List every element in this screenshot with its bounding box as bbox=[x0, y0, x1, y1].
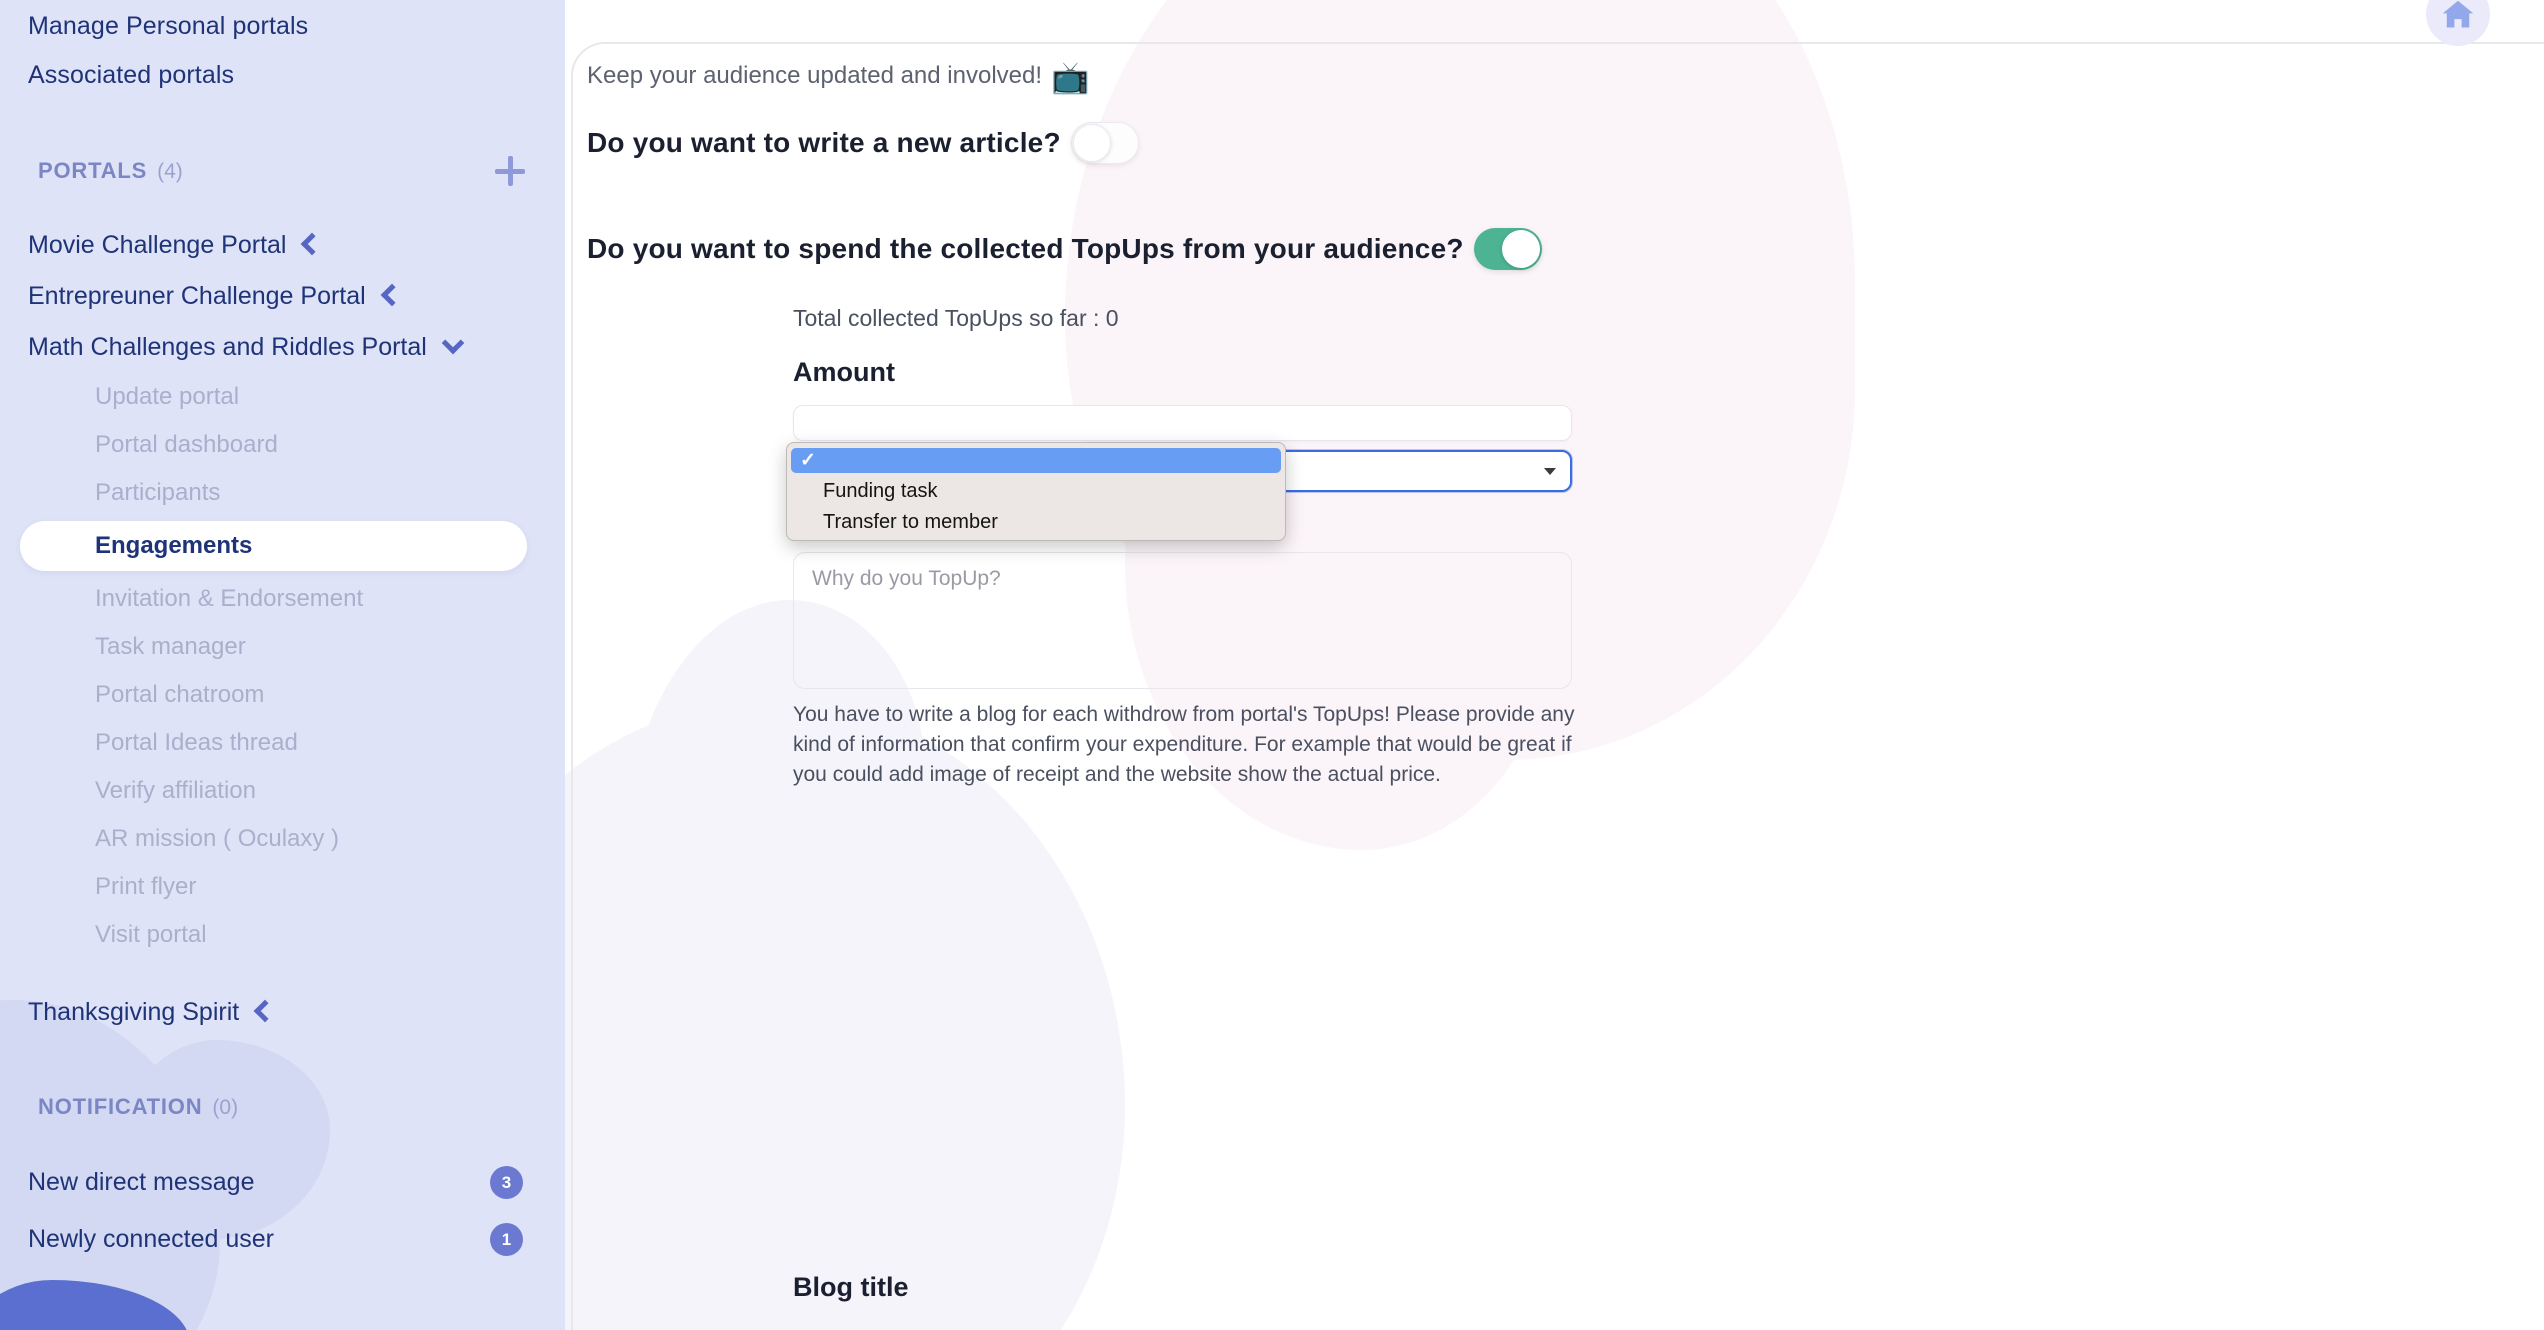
dropdown-option-empty[interactable] bbox=[791, 448, 1281, 473]
sidebar-portal-label: Movie Challenge Portal bbox=[28, 231, 287, 259]
app-root: Manage Personal portals Associated porta… bbox=[0, 0, 2544, 1330]
blog-title-label: Blog title bbox=[793, 1272, 909, 1302]
sidebar-item-visit-portal[interactable]: Visit portal bbox=[0, 911, 565, 959]
chevron-left-icon[interactable] bbox=[380, 283, 404, 306]
question-spend-topups-label: Do you want to spend the collected TopUp… bbox=[587, 233, 1464, 264]
amount-label: Amount bbox=[793, 357, 895, 387]
sidebar-item-portal-dashboard[interactable]: Portal dashboard bbox=[0, 421, 565, 469]
total-collected-topups: Total collected TopUps so far : 0 bbox=[793, 305, 1119, 331]
sidebar-scroll[interactable]: Manage Personal portals Associated porta… bbox=[0, 2, 565, 1268]
amount-input[interactable] bbox=[793, 405, 1572, 441]
sidebar-decor-blob-4 bbox=[0, 1280, 190, 1330]
status-badge: 1 bbox=[490, 1223, 523, 1256]
sidebar-portal-label: Thanksgiving Spirit bbox=[28, 998, 240, 1026]
sidebar-item-participants[interactable]: Participants bbox=[0, 469, 565, 517]
sidebar-item-invitation-endorsement[interactable]: Invitation & Endorsement bbox=[0, 575, 565, 623]
sidebar-item-ar-mission[interactable]: AR mission ( Oculaxy ) bbox=[0, 815, 565, 863]
sidebar-item-new-direct-message[interactable]: New direct message 3 bbox=[0, 1154, 565, 1211]
sidebar-section-portals-left: PORTALS (4) bbox=[38, 158, 183, 184]
topup-type-select-wrap: Funding task Transfer to member bbox=[786, 442, 1572, 541]
television-icon: 📺 bbox=[1051, 60, 1090, 95]
intro-text: Keep your audience updated and involved! bbox=[587, 61, 1043, 89]
chevron-left-icon[interactable] bbox=[301, 232, 324, 255]
toggle-knob bbox=[1501, 230, 1540, 268]
sidebar-portal-entrepreuner-challenge[interactable]: Entrepreuner Challenge Portal bbox=[0, 271, 565, 322]
sidebar-item-verify-affiliation[interactable]: Verify affiliation bbox=[0, 767, 565, 815]
home-button[interactable] bbox=[2426, 0, 2490, 46]
dropdown-option-transfer-to-member[interactable]: Transfer to member bbox=[791, 510, 1281, 535]
sidebar-portal-movie-challenge[interactable]: Movie Challenge Portal bbox=[0, 220, 565, 271]
status-badge: 3 bbox=[490, 1166, 523, 1199]
dropdown-option-funding-task[interactable]: Funding task bbox=[791, 479, 1281, 504]
sidebar-item-associated-portals[interactable]: Associated portals bbox=[0, 51, 565, 100]
sidebar-portal-thanksgiving-spirit[interactable]: Thanksgiving Spirit bbox=[0, 987, 565, 1038]
chevron-down-icon bbox=[1544, 468, 1556, 475]
home-icon bbox=[2442, 0, 2474, 28]
sidebar-section-portals-count: (4) bbox=[157, 160, 183, 183]
sidebar: Manage Personal portals Associated porta… bbox=[0, 0, 565, 1330]
notification-label: Newly connected user bbox=[28, 1225, 274, 1253]
sidebar-item-update-portal[interactable]: Update portal bbox=[0, 373, 565, 421]
question-write-article-row: Do you want to write a new article? bbox=[587, 122, 1139, 164]
write-article-toggle[interactable] bbox=[1070, 122, 1139, 164]
sidebar-item-portal-chatroom[interactable]: Portal chatroom bbox=[0, 671, 565, 719]
sidebar-section-notification: NOTIFICATION (0) bbox=[0, 1094, 565, 1120]
sidebar-portal-math-challenges[interactable]: Math Challenges and Riddles Portal bbox=[0, 322, 565, 373]
sidebar-portal-label: Math Challenges and Riddles Portal bbox=[28, 333, 427, 361]
plus-icon[interactable] bbox=[495, 156, 525, 186]
chevron-left-icon[interactable] bbox=[253, 999, 277, 1022]
question-write-article-label: Do you want to write a new article? bbox=[587, 127, 1061, 158]
sidebar-section-portals-label: PORTALS bbox=[38, 158, 148, 183]
sidebar-item-engagements[interactable]: Engagements bbox=[20, 521, 527, 571]
sidebar-section-notification-label: NOTIFICATION bbox=[38, 1094, 203, 1119]
topup-type-dropdown-menu[interactable]: Funding task Transfer to member bbox=[786, 442, 1286, 541]
main-content: Keep your audience updated and involved!… bbox=[565, 0, 2544, 1330]
notification-label: New direct message bbox=[28, 1168, 255, 1196]
why-topup-textarea[interactable] bbox=[793, 552, 1572, 689]
chevron-down-icon[interactable] bbox=[441, 331, 465, 354]
sidebar-item-task-manager[interactable]: Task manager bbox=[0, 623, 565, 671]
intro-text-row: Keep your audience updated and involved!… bbox=[587, 60, 1090, 95]
sidebar-item-newly-connected-user[interactable]: Newly connected user 1 bbox=[0, 1211, 565, 1268]
toggle-knob bbox=[1072, 124, 1111, 162]
sidebar-item-portal-ideas-thread[interactable]: Portal Ideas thread bbox=[0, 719, 565, 767]
sidebar-section-notification-count: (0) bbox=[212, 1096, 239, 1119]
sidebar-section-notification-left: NOTIFICATION (0) bbox=[38, 1094, 238, 1120]
spend-topups-toggle[interactable] bbox=[1473, 228, 1542, 270]
sidebar-item-print-flyer[interactable]: Print flyer bbox=[0, 863, 565, 911]
sidebar-section-portals: PORTALS (4) bbox=[0, 156, 565, 186]
question-spend-topups-row: Do you want to spend the collected TopUp… bbox=[587, 228, 1542, 270]
helper-text: You have to write a blog for each withdr… bbox=[793, 703, 1575, 786]
sidebar-portal-label: Entrepreuner Challenge Portal bbox=[28, 282, 366, 310]
sidebar-item-manage-personal-portals[interactable]: Manage Personal portals bbox=[0, 2, 565, 51]
